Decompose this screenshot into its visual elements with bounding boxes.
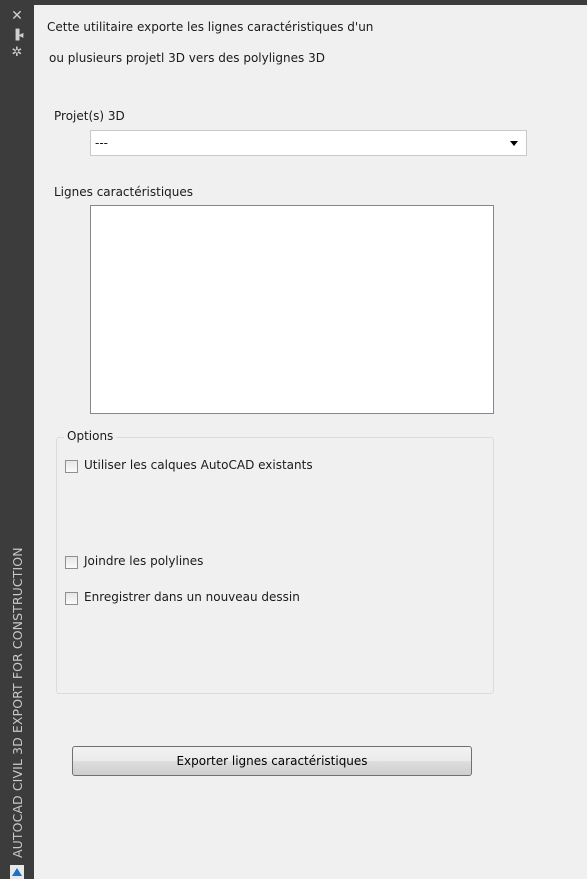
- feature-lines-list[interactable]: [90, 205, 494, 414]
- palette-title: AUTOCAD CIVIL 3D EXPORT FOR CONSTRUCTION: [10, 547, 25, 858]
- save-new-drawing-label[interactable]: Enregistrer dans un nouveau dessin: [84, 590, 300, 604]
- use-existing-layers-label[interactable]: Utiliser les calques AutoCAD existants: [84, 458, 313, 472]
- settings-icon[interactable]: ✲: [0, 46, 34, 60]
- join-polylines-label[interactable]: Joindre les polylines: [84, 554, 203, 568]
- projects-label: Projet(s) 3D: [54, 109, 125, 123]
- feature-lines-label: Lignes caractéristiques: [54, 185, 194, 199]
- use-existing-layers-checkbox[interactable]: [65, 460, 78, 473]
- expand-arrow-icon[interactable]: [10, 865, 24, 879]
- join-polylines-checkbox[interactable]: [65, 556, 78, 569]
- export-feature-lines-button[interactable]: Exporter lignes caractéristiques: [72, 746, 472, 776]
- description-line-1: Cette utilitaire exporte les lignes cara…: [47, 20, 374, 34]
- pin-icon[interactable]: ▐◂: [0, 29, 34, 43]
- palette-sidebar: ✕ ▐◂ ✲ AUTOCAD CIVIL 3D EXPORT FOR CONST…: [0, 0, 34, 879]
- export-panel: Cette utilitaire exporte les lignes cara…: [34, 5, 587, 879]
- description-line-2: ou plusieurs projetl 3D vers des polylig…: [49, 51, 325, 65]
- options-legend: Options: [64, 429, 117, 443]
- projects-selected-value: ---: [95, 136, 108, 150]
- chevron-down-icon: [510, 141, 518, 146]
- projects-dropdown[interactable]: ---: [90, 130, 527, 156]
- save-new-drawing-checkbox[interactable]: [65, 592, 78, 605]
- close-icon[interactable]: ✕: [0, 9, 34, 23]
